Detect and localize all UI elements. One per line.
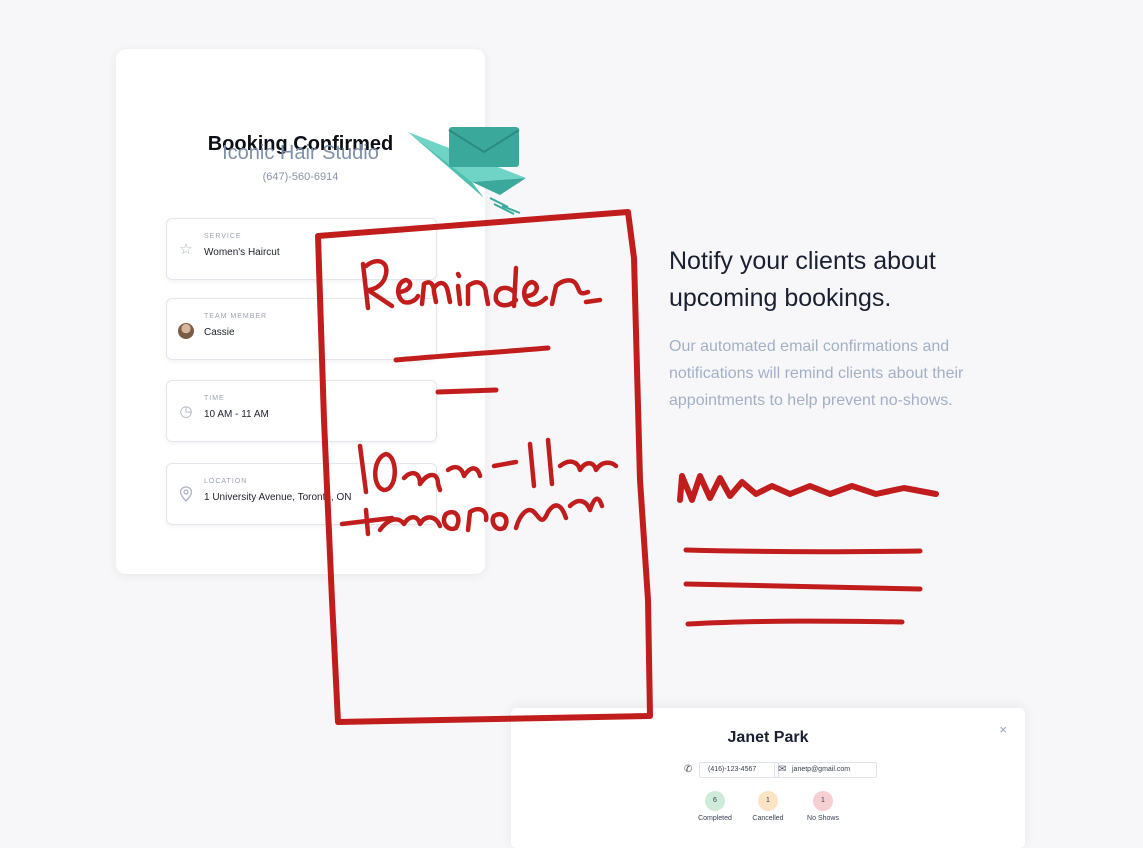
handwritten-reminder-word bbox=[360, 259, 603, 311]
short-dash-stroke bbox=[435, 387, 499, 395]
handwritten-day bbox=[339, 496, 605, 537]
underline-stroke bbox=[393, 345, 551, 363]
scribble-line bbox=[677, 473, 939, 503]
annotation-line-2 bbox=[683, 581, 923, 592]
handwritten-annotation bbox=[315, 209, 939, 725]
handwritten-time bbox=[357, 437, 619, 495]
annotation-line-1 bbox=[683, 547, 923, 555]
annotation-line-3 bbox=[685, 618, 905, 627]
